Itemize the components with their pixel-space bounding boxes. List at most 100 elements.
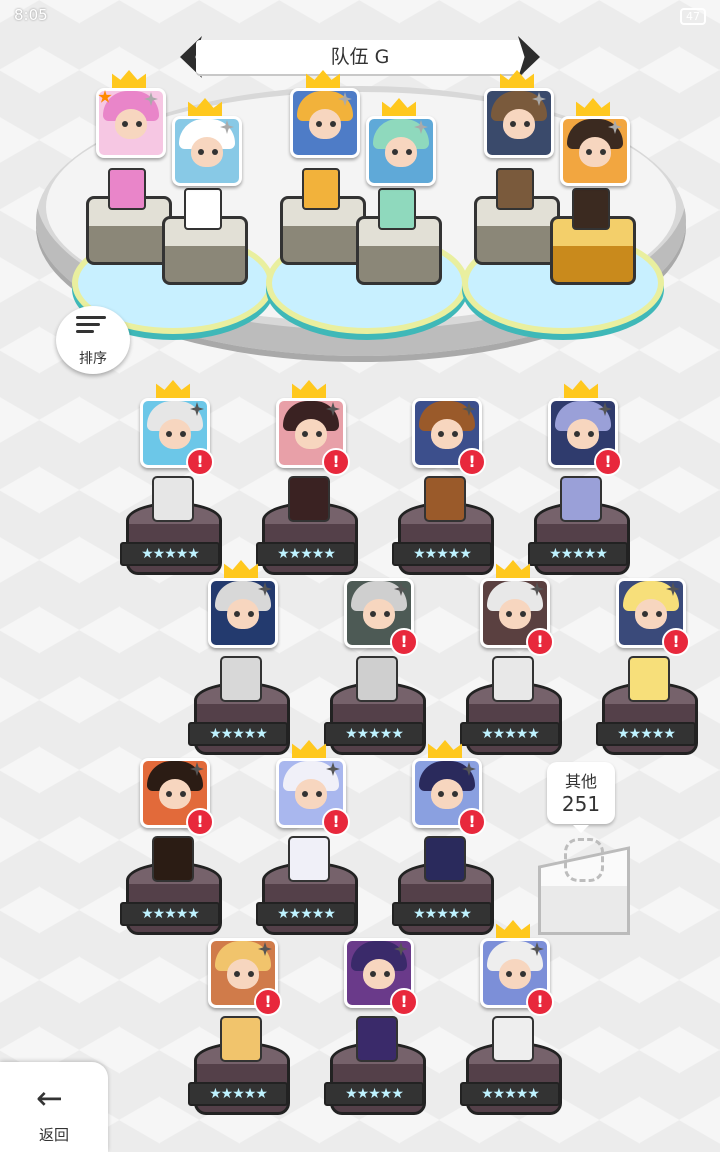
other-characters-pedestal[interactable] <box>538 838 630 938</box>
star-rating: ★★★★★ <box>324 1082 424 1106</box>
clock: 8:05 <box>14 6 48 24</box>
portrait-eye <box>384 611 390 617</box>
star-rating: ★★★★★ <box>392 902 492 926</box>
character-sprite <box>288 476 330 522</box>
portrait-face <box>295 419 327 449</box>
character-sprite <box>424 836 466 882</box>
portrait-eye <box>520 611 526 617</box>
team-member-sprite[interactable] <box>496 168 534 210</box>
exclamation-icon: ! <box>186 448 214 476</box>
star-rating: ★★★★★ <box>188 1082 288 1106</box>
sort-label: 排序 <box>79 351 107 367</box>
team-member-sprite[interactable] <box>302 168 340 210</box>
exclamation-icon: ! <box>254 988 282 1016</box>
star-rating: ★★★★★ <box>120 902 220 926</box>
character-pedestal[interactable]: ★★★★★ <box>188 1016 290 1122</box>
portrait-eye <box>212 149 218 155</box>
portrait-face <box>499 599 531 629</box>
exclamation-icon: ! <box>458 808 486 836</box>
portrait-eye <box>586 149 592 155</box>
portrait-face <box>363 959 395 989</box>
character-pedestal[interactable]: ★★★★★ <box>324 1016 426 1122</box>
portrait-eye <box>316 121 322 127</box>
portrait-eye <box>180 791 186 797</box>
portrait-face <box>309 109 341 139</box>
portrait-eye <box>588 431 594 437</box>
portrait-eye <box>248 971 254 977</box>
portrait-eye <box>600 149 606 155</box>
exclamation-icon: ! <box>390 628 418 656</box>
portrait-face <box>159 419 191 449</box>
team-member-sprite[interactable] <box>108 168 146 210</box>
star-rating: ★★★★★ <box>528 542 628 566</box>
team-member-sprite[interactable] <box>572 188 610 230</box>
star-rating: ★★★★★ <box>392 542 492 566</box>
star-rating: ★★★★★ <box>324 722 424 746</box>
character-sprite <box>356 656 398 702</box>
character-pedestal[interactable]: ★★★★★ <box>596 656 698 762</box>
star-rating: ★★★★★ <box>188 722 288 746</box>
exclamation-icon: ! <box>322 448 350 476</box>
character-pedestal[interactable]: ★★★★★ <box>324 656 426 762</box>
team-member-sprite[interactable] <box>184 188 222 230</box>
slot-block-side <box>356 246 442 285</box>
arrow-left-icon: ← <box>36 1079 63 1117</box>
character-sprite <box>220 1016 262 1062</box>
star-rating: ★★★★★ <box>460 1082 560 1106</box>
exclamation-icon: ! <box>186 808 214 836</box>
portrait-eye <box>642 611 648 617</box>
character-pedestal[interactable]: ★★★★★ <box>460 1016 562 1122</box>
portrait-eye <box>406 149 412 155</box>
back-button[interactable]: ← 返回 <box>0 1062 108 1152</box>
sort-button[interactable]: 排序 <box>56 306 130 374</box>
portrait-eye <box>198 149 204 155</box>
character-pedestal[interactable]: ★★★★★ <box>392 476 494 582</box>
crown-icon <box>156 380 190 398</box>
status-bar: 8:05 47 <box>14 6 706 28</box>
other-count: 251 <box>561 792 601 816</box>
portrait-eye <box>506 971 512 977</box>
star-rating: ★★★★★ <box>120 542 220 566</box>
portrait-face <box>385 137 417 167</box>
character-pedestal[interactable]: ★★★★★ <box>256 476 358 582</box>
portrait-eye <box>384 971 390 977</box>
portrait-face <box>227 959 259 989</box>
portrait-eye <box>510 121 516 127</box>
exclamation-icon: ! <box>322 808 350 836</box>
team-member-sprite[interactable] <box>378 188 416 230</box>
character-sprite <box>152 836 194 882</box>
portrait-eye <box>438 431 444 437</box>
slot-block-side <box>550 246 636 285</box>
character-pedestal[interactable]: ★★★★★ <box>460 656 562 762</box>
portrait-eye <box>392 149 398 155</box>
portrait-face <box>227 599 259 629</box>
portrait-eye <box>370 611 376 617</box>
portrait-eye <box>438 791 444 797</box>
portrait-eye <box>524 121 530 127</box>
portrait-eye <box>234 611 240 617</box>
portrait-face <box>431 419 463 449</box>
character-pedestal[interactable]: ★★★★★ <box>120 476 222 582</box>
portrait-eye <box>452 431 458 437</box>
slot-block-side <box>474 226 560 265</box>
portrait-eye <box>574 431 580 437</box>
character-pedestal[interactable]: ★★★★★ <box>392 836 494 942</box>
character-sprite <box>560 476 602 522</box>
character-pedestal[interactable]: ★★★★★ <box>120 836 222 942</box>
character-pedestal[interactable]: ★★★★★ <box>188 656 290 762</box>
character-pedestal[interactable]: ★★★★★ <box>528 476 630 582</box>
character-pedestal[interactable]: ★★★★★ <box>256 836 358 942</box>
crown-icon <box>112 70 146 88</box>
character-sprite <box>152 476 194 522</box>
team-selector: 队伍 G <box>180 36 540 80</box>
portrait-eye <box>316 431 322 437</box>
exclamation-icon: ! <box>458 448 486 476</box>
character-sprite <box>492 1016 534 1062</box>
portrait-face <box>499 959 531 989</box>
portrait-face <box>567 419 599 449</box>
portrait-eye <box>302 791 308 797</box>
star-rating: ★★★★★ <box>460 722 560 746</box>
other-characters-bubble[interactable]: 其他 251 <box>547 762 615 833</box>
portrait-eye <box>520 971 526 977</box>
character-sprite <box>628 656 670 702</box>
